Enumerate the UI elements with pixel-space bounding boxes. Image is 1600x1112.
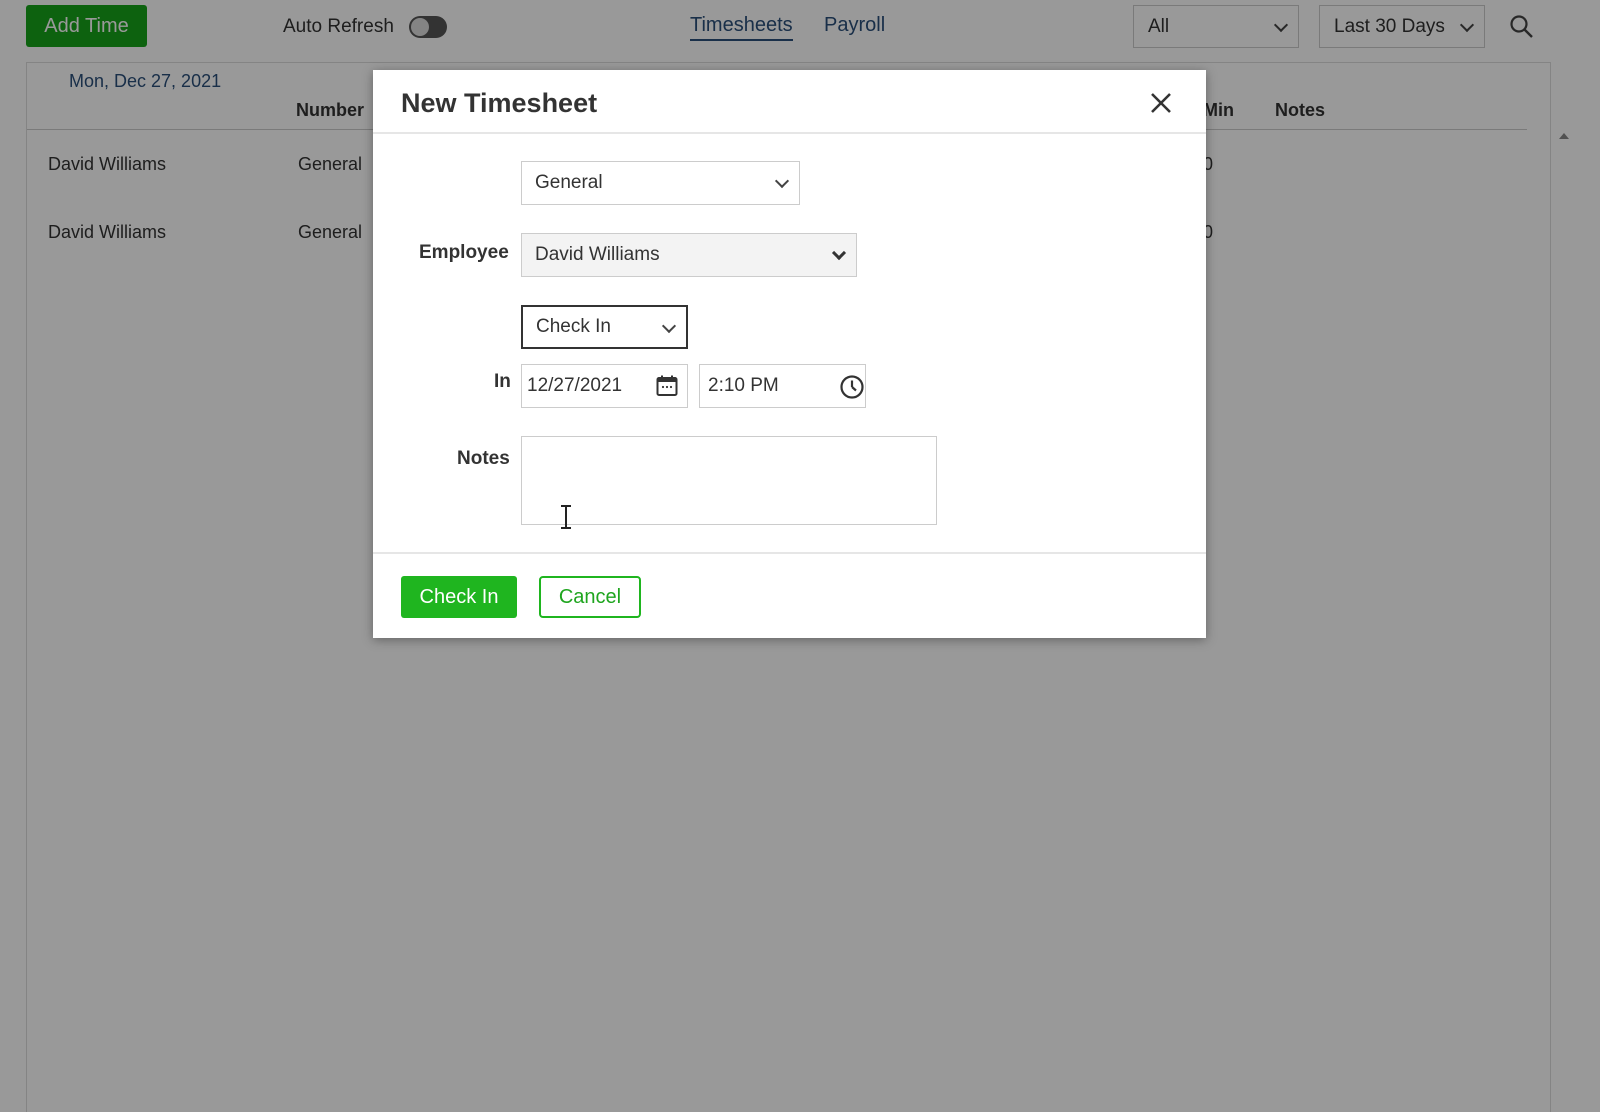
employee-label: Employee xyxy=(419,242,509,263)
chevron-down-icon xyxy=(831,245,847,261)
notes-label: Notes xyxy=(457,448,510,469)
chevron-down-icon xyxy=(774,173,790,189)
notes-textarea[interactable] xyxy=(521,436,937,525)
time-input[interactable]: 2:10 PM xyxy=(699,364,866,408)
timesheet-type-value: General xyxy=(535,172,603,193)
check-in-button[interactable]: Check In xyxy=(401,576,517,618)
date-input[interactable]: 12/27/2021 xyxy=(521,364,688,408)
in-label: In xyxy=(494,371,511,392)
new-timesheet-dialog: New Timesheet General Employee David Wil… xyxy=(373,70,1206,638)
text-cursor-icon xyxy=(561,505,571,529)
close-icon[interactable] xyxy=(1148,90,1174,116)
calendar-icon[interactable] xyxy=(655,374,679,398)
action-value: Check In xyxy=(536,316,611,337)
employee-value: David Williams xyxy=(535,244,660,265)
dialog-title: New Timesheet xyxy=(401,88,598,118)
cancel-button[interactable]: Cancel xyxy=(539,576,641,618)
timesheet-type-select[interactable]: General xyxy=(521,161,800,205)
dialog-header-divider xyxy=(373,132,1206,134)
clock-icon[interactable] xyxy=(839,374,865,400)
time-value: 2:10 PM xyxy=(708,375,779,396)
employee-select[interactable]: David Williams xyxy=(521,233,857,277)
chevron-down-icon xyxy=(661,318,677,334)
dialog-footer-divider xyxy=(373,552,1206,554)
action-select[interactable]: Check In xyxy=(521,305,688,349)
date-value: 12/27/2021 xyxy=(527,375,623,396)
